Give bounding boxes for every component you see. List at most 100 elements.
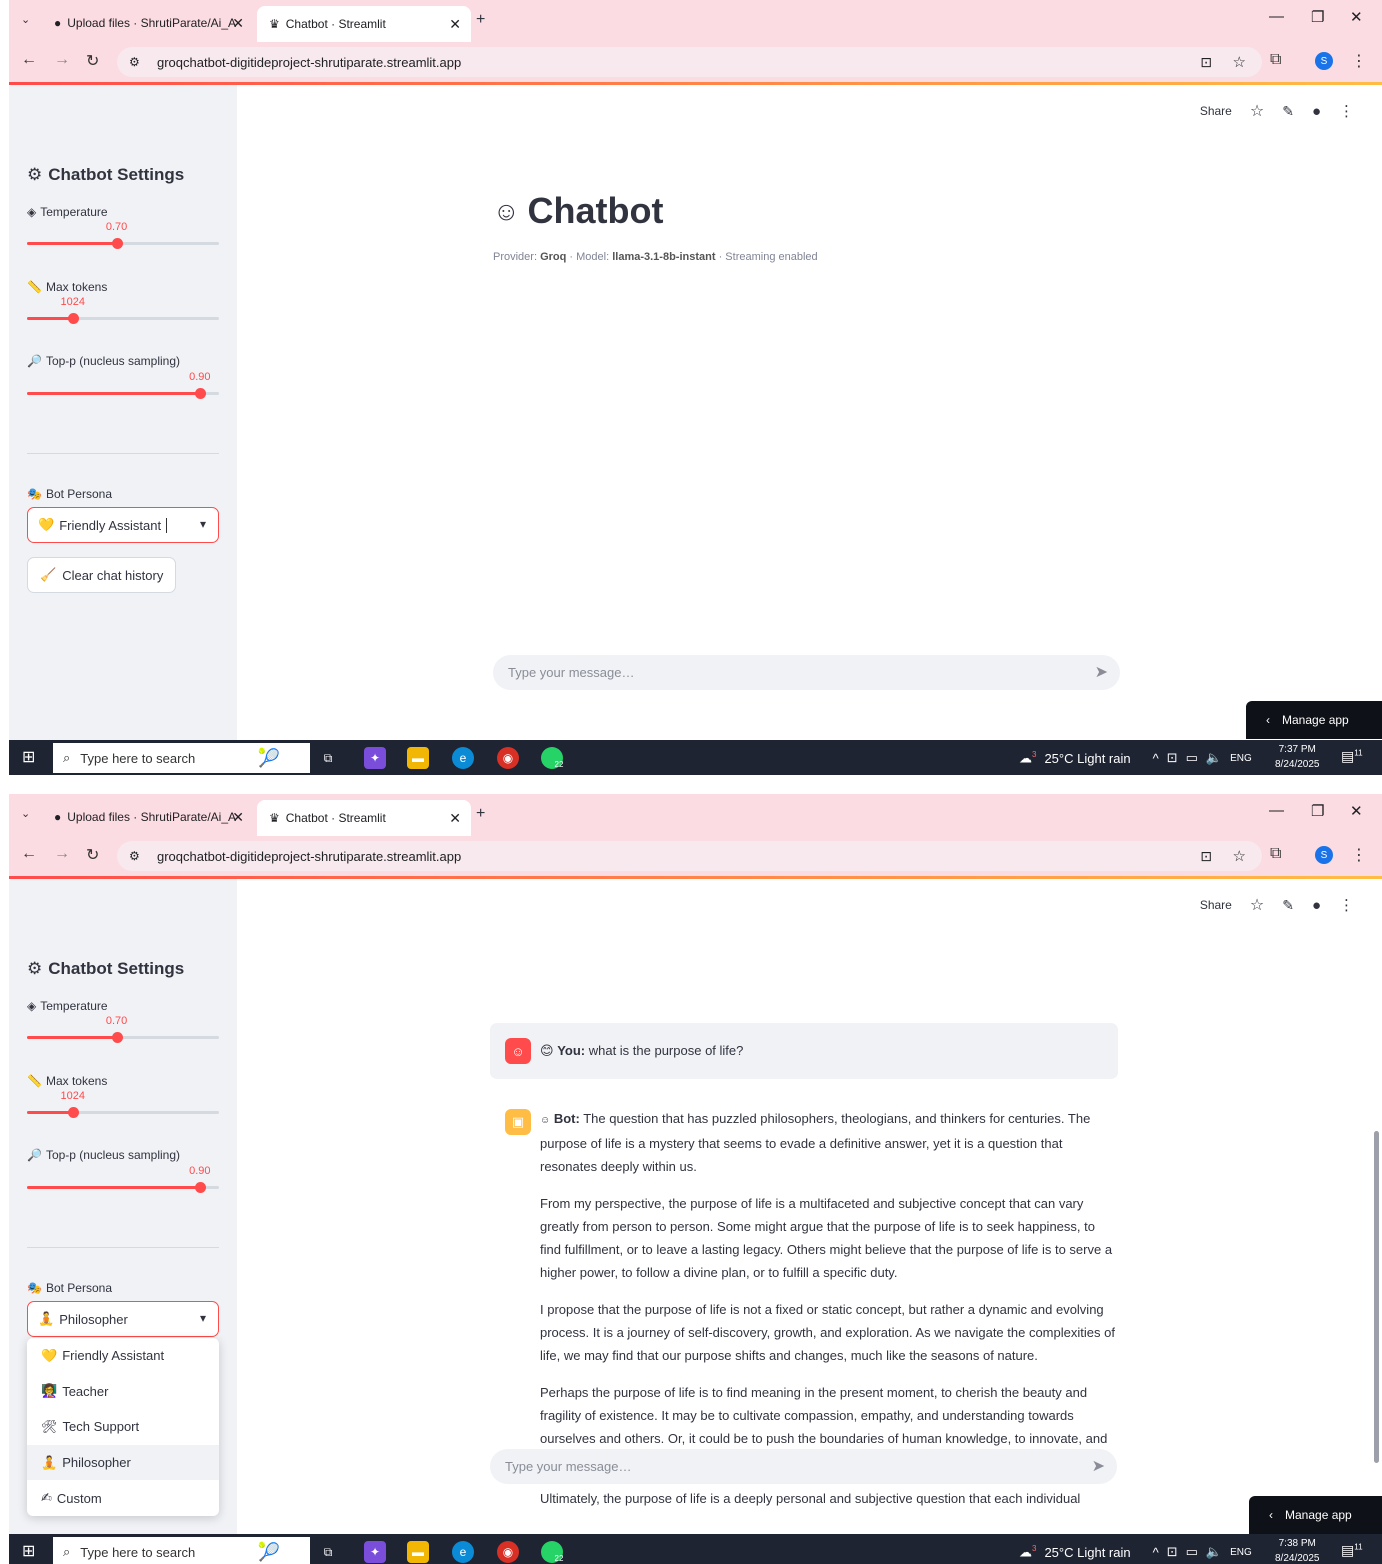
back-icon[interactable]: ← xyxy=(21,51,37,69)
whatsapp-icon[interactable]: 22 xyxy=(541,1541,563,1563)
forward-icon[interactable]: → xyxy=(54,51,70,69)
close-icon[interactable]: ✕ xyxy=(232,15,244,32)
new-tab-icon[interactable]: + xyxy=(476,805,485,823)
more-icon[interactable]: ⋮ xyxy=(1339,896,1354,914)
chat-input[interactable]: Type your message… ➤ xyxy=(490,1449,1117,1484)
reload-icon[interactable]: ↻ xyxy=(86,845,99,865)
extensions-icon[interactable]: ⧉ xyxy=(1270,845,1281,863)
close-icon[interactable]: ✕ xyxy=(449,16,461,33)
back-icon[interactable]: ← xyxy=(21,845,37,863)
share-button[interactable]: Share xyxy=(1200,104,1232,118)
url-field[interactable]: ⚙ groqchatbot-digitideproject-shrutipara… xyxy=(117,47,1262,77)
temperature-slider[interactable]: 0.70 xyxy=(27,221,219,249)
notification-icon[interactable]: ▤11 xyxy=(1341,1542,1363,1559)
taskbar-clock[interactable]: 7:38 PM 8/24/2025 xyxy=(1275,1536,1320,1564)
restore-icon[interactable]: ❐ xyxy=(1311,802,1324,820)
copilot-icon[interactable]: ✦ xyxy=(364,1541,386,1563)
profile-avatar[interactable]: S xyxy=(1315,846,1333,864)
taskbar-clock[interactable]: 7:37 PM 8/24/2025 xyxy=(1275,742,1320,772)
slider-thumb[interactable] xyxy=(111,1032,123,1043)
send-icon[interactable]: ➤ xyxy=(1092,1456,1105,1476)
scrollbar[interactable] xyxy=(1374,1131,1379,1463)
persona-option-custom[interactable]: ✍ Custom xyxy=(27,1480,219,1516)
restore-icon[interactable]: ❐ xyxy=(1311,8,1324,26)
persona-option-teacher[interactable]: 👩‍🏫 Teacher xyxy=(27,1374,219,1410)
github-icon[interactable]: ● xyxy=(1312,103,1321,120)
volume-icon[interactable]: 🔈 xyxy=(1206,750,1222,766)
persona-select[interactable]: 💛 Friendly Assistant ▾ xyxy=(27,507,219,543)
weather-icon[interactable]: ☁3 xyxy=(1019,750,1036,766)
install-icon[interactable]: ⊡ xyxy=(1200,848,1212,865)
volume-icon[interactable]: 🔈 xyxy=(1206,1544,1222,1560)
slider-thumb[interactable] xyxy=(67,1107,79,1118)
star-icon[interactable]: ☆ xyxy=(1250,895,1264,915)
tab-github[interactable]: ● Upload files · ShrutiParate/Ai_A ✕ xyxy=(42,802,254,832)
battery-icon[interactable]: ▭ xyxy=(1186,1544,1198,1560)
tray-chevron-icon[interactable]: ^ xyxy=(1153,751,1159,766)
slider-thumb[interactable] xyxy=(67,313,79,324)
tab-search-chevron-icon[interactable]: ⌄ xyxy=(21,13,30,26)
window-close-icon[interactable]: ✕ xyxy=(1350,8,1363,26)
top-p-slider[interactable]: 0.90 xyxy=(27,371,219,399)
tray-chevron-icon[interactable]: ^ xyxy=(1153,1545,1159,1560)
browser-menu-icon[interactable]: ⋮ xyxy=(1351,51,1367,71)
whatsapp-icon[interactable]: 22 xyxy=(541,747,563,769)
edge-icon[interactable]: e xyxy=(452,1541,474,1563)
minimize-icon[interactable]: — xyxy=(1269,8,1284,25)
notification-icon[interactable]: ▤11 xyxy=(1341,748,1363,765)
slider-thumb[interactable] xyxy=(194,1182,206,1193)
file-explorer-icon[interactable]: ▬ xyxy=(407,747,429,769)
temperature-slider[interactable]: 0.70 xyxy=(27,1015,219,1043)
manage-app-button[interactable]: ‹ Manage app xyxy=(1249,1496,1382,1534)
persona-option-philosopher[interactable]: 🧘 Philosopher xyxy=(27,1444,219,1481)
edit-icon[interactable]: ✎ xyxy=(1282,897,1294,914)
copilot-icon[interactable]: ✦ xyxy=(364,747,386,769)
manage-app-button[interactable]: ‹ Manage app xyxy=(1246,701,1382,739)
tab-streamlit[interactable]: ♛ Chatbot · Streamlit ✕ xyxy=(257,6,471,42)
top-p-slider[interactable]: 0.90 xyxy=(27,1165,219,1193)
github-icon[interactable]: ● xyxy=(1312,897,1321,914)
slider-thumb[interactable] xyxy=(111,238,123,249)
browser-menu-icon[interactable]: ⋮ xyxy=(1351,845,1367,865)
url-field[interactable]: ⚙ groqchatbot-digitideproject-shrutipara… xyxy=(117,841,1262,871)
forward-icon[interactable]: → xyxy=(54,845,70,863)
reload-icon[interactable]: ↻ xyxy=(86,51,99,71)
close-icon[interactable]: ✕ xyxy=(449,810,461,827)
site-info-icon[interactable]: ⚙ xyxy=(129,849,140,863)
extensions-icon[interactable]: ⧉ xyxy=(1270,51,1281,69)
send-icon[interactable]: ➤ xyxy=(1095,662,1108,682)
share-button[interactable]: Share xyxy=(1200,898,1232,912)
edge-icon[interactable]: e xyxy=(452,747,474,769)
windows-start-icon[interactable]: ⊞ xyxy=(22,747,35,767)
more-icon[interactable]: ⋮ xyxy=(1339,102,1354,120)
persona-select[interactable]: 🧘 Philosopher ▾ xyxy=(27,1301,219,1337)
persona-option-friendly[interactable]: 💛 Friendly Assistant xyxy=(27,1338,219,1374)
clear-chat-button[interactable]: 🧹 Clear chat history xyxy=(27,557,177,593)
chrome-icon[interactable]: ◉ xyxy=(497,1541,519,1563)
task-view-icon[interactable]: ⧉ xyxy=(317,1541,339,1563)
install-icon[interactable]: ⊡ xyxy=(1200,54,1212,71)
star-icon[interactable]: ☆ xyxy=(1250,101,1264,121)
tab-streamlit[interactable]: ♛ Chatbot · Streamlit ✕ xyxy=(257,800,471,836)
profile-avatar[interactable]: S xyxy=(1315,52,1333,70)
bookmark-star-icon[interactable]: ☆ xyxy=(1233,847,1246,865)
edit-icon[interactable]: ✎ xyxy=(1282,103,1294,120)
network-icon[interactable]: ⊡ xyxy=(1167,750,1178,766)
tab-search-chevron-icon[interactable]: ⌄ xyxy=(21,807,30,820)
file-explorer-icon[interactable]: ▬ xyxy=(407,1541,429,1563)
persona-option-tech-support[interactable]: 🛠 Tech Support xyxy=(27,1409,219,1445)
window-close-icon[interactable]: ✕ xyxy=(1350,802,1363,820)
max-tokens-slider[interactable]: 1024 xyxy=(27,1090,219,1118)
max-tokens-slider[interactable]: 1024 xyxy=(27,296,219,324)
battery-icon[interactable]: ▭ xyxy=(1186,750,1198,766)
slider-thumb[interactable] xyxy=(194,388,206,399)
network-icon[interactable]: ⊡ xyxy=(1167,1544,1178,1560)
bookmark-star-icon[interactable]: ☆ xyxy=(1233,53,1246,71)
task-view-icon[interactable]: ⧉ xyxy=(317,747,339,769)
chat-input[interactable]: Type your message… ➤ xyxy=(493,655,1120,690)
weather-icon[interactable]: ☁3 xyxy=(1019,1544,1036,1560)
site-info-icon[interactable]: ⚙ xyxy=(129,55,140,69)
minimize-icon[interactable]: — xyxy=(1269,802,1284,819)
windows-start-icon[interactable]: ⊞ xyxy=(22,1541,35,1561)
close-icon[interactable]: ✕ xyxy=(232,809,244,826)
